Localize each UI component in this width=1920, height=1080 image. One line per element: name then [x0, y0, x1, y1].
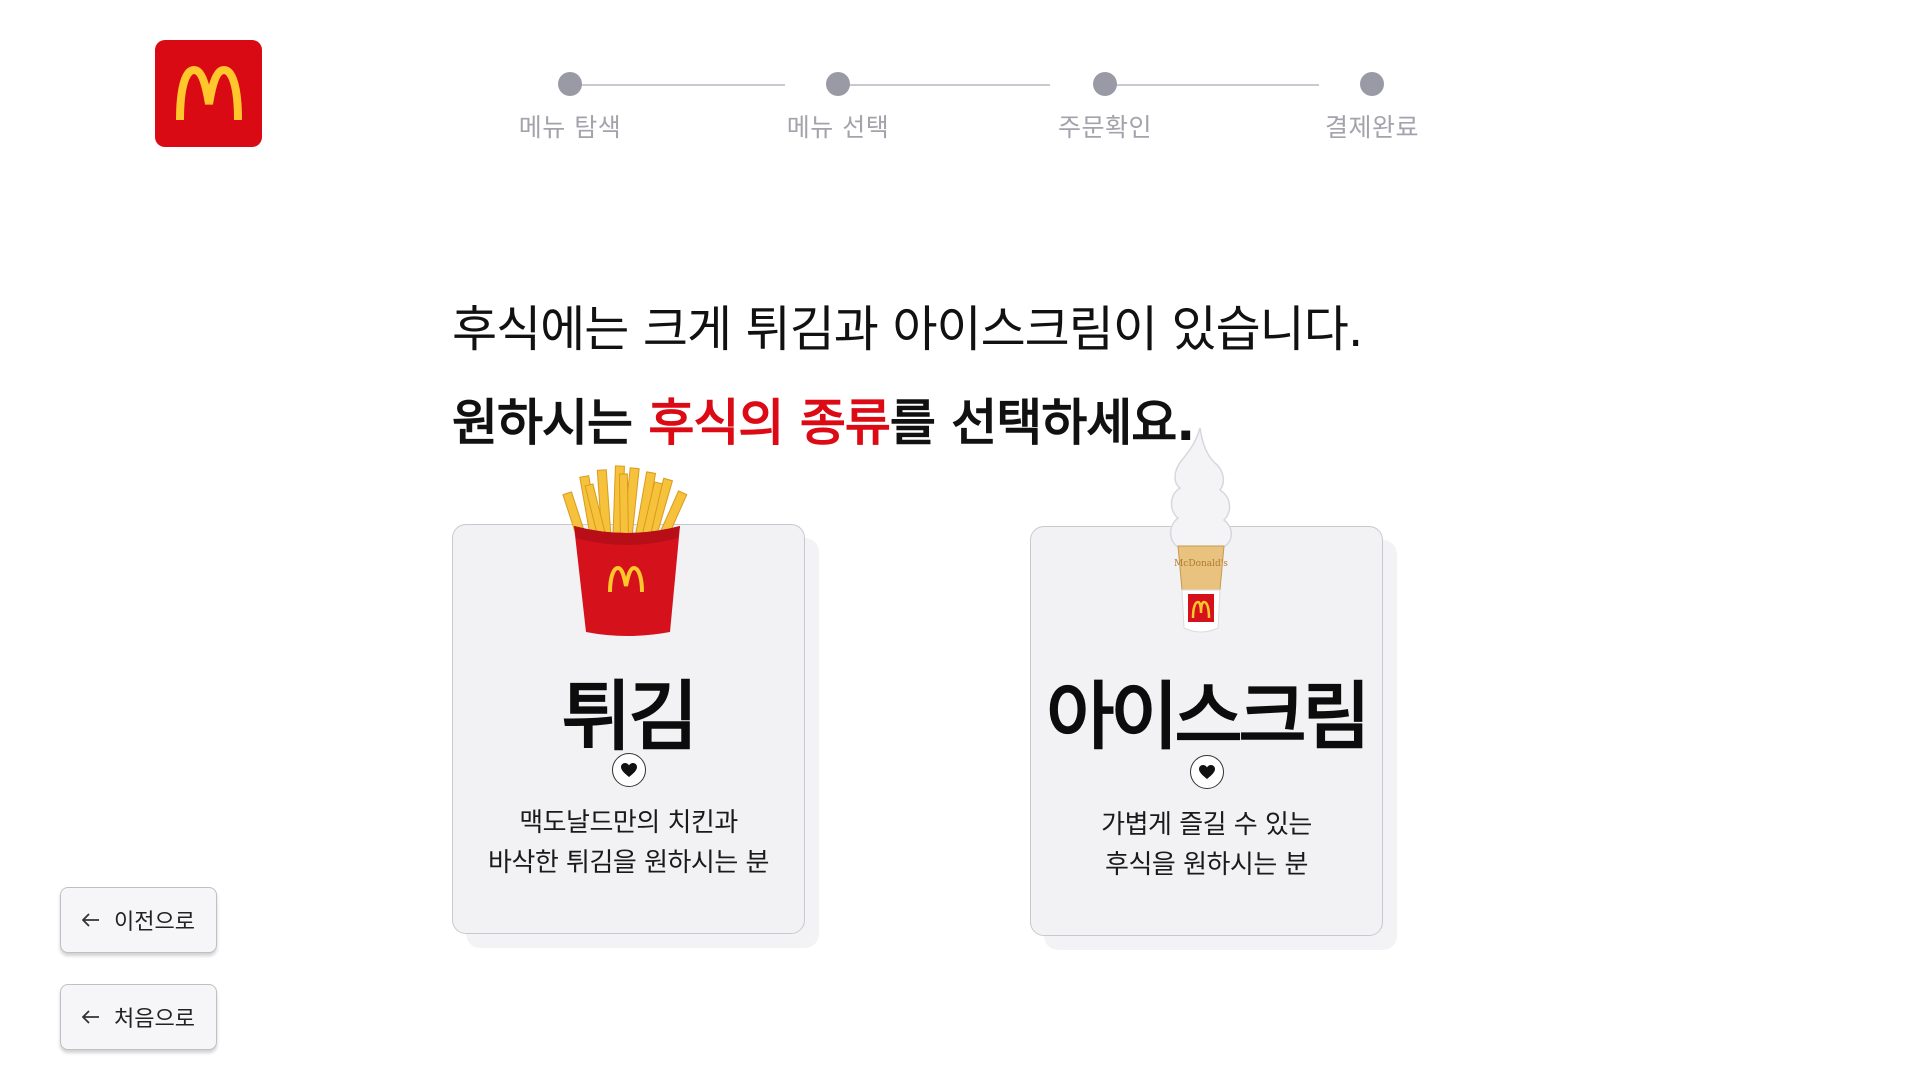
mcdonalds-logo[interactable] [155, 40, 262, 147]
previous-button-label: 이전으로 [114, 910, 195, 935]
card-desc-line: 후식을 원하시는 분 [1105, 850, 1308, 880]
card-desc-line: 바삭한 튀김을 원하시는 분 [488, 848, 769, 878]
step-menu-browse: 메뉴 탐색 [490, 72, 650, 144]
step-payment-complete: 결제완료 [1292, 72, 1452, 144]
card-title: 아이스크림 [1046, 674, 1370, 760]
cone-brand-text: McDonald's [1174, 559, 1228, 569]
dessert-category-page: 메뉴 탐색 메뉴 선택 주문확인 결제완료 후식에는 크게 튀김과 아이스크림이… [0, 0, 1920, 1080]
step-label: 메뉴 탐색 [518, 113, 622, 142]
step-dot [826, 72, 850, 96]
heading-accent: 후식의 종류 [648, 394, 890, 452]
step-dot [1360, 72, 1384, 96]
heart-icon [1189, 755, 1224, 789]
arrow-left-icon [82, 1010, 100, 1024]
heading-suffix: 를 선택하세요. [889, 394, 1195, 452]
arrow-left-icon [82, 913, 100, 927]
step-menu-select: 메뉴 선택 [758, 72, 918, 144]
card-description: 가볍게 즐길 수 있는 후식을 원하시는 분 [1031, 805, 1382, 885]
heart-icon [611, 753, 646, 787]
card-desc-line: 가볍게 즐길 수 있는 [1101, 810, 1312, 840]
order-progress-stepper: 메뉴 탐색 메뉴 선택 주문확인 결제완료 [519, 72, 1419, 152]
french-fries-image [562, 465, 688, 636]
step-label: 메뉴 선택 [786, 113, 890, 142]
card-description: 맥도날드만의 치킨과 바삭한 튀김을 원하시는 분 [453, 803, 804, 883]
soft-serve-cone-image: McDonald's [1169, 427, 1232, 633]
heading-intro: 후식에는 크게 튀김과 아이스크림이 있습니다. [452, 301, 1363, 358]
step-dot [558, 72, 582, 96]
previous-button[interactable]: 이전으로 [60, 887, 217, 953]
card-desc-line: 맥도날드만의 치킨과 [519, 808, 738, 838]
home-button[interactable]: 처음으로 [60, 984, 217, 1050]
heading-prefix: 원하시는 [452, 394, 649, 452]
home-button-label: 처음으로 [114, 1007, 195, 1032]
step-order-confirm: 주문확인 [1025, 72, 1185, 144]
golden-arches-icon [175, 65, 242, 120]
card-title: 튀김 [561, 672, 699, 761]
step-label: 결제완료 [1324, 113, 1419, 142]
step-label: 주문확인 [1057, 113, 1152, 142]
step-dot [1093, 72, 1117, 96]
